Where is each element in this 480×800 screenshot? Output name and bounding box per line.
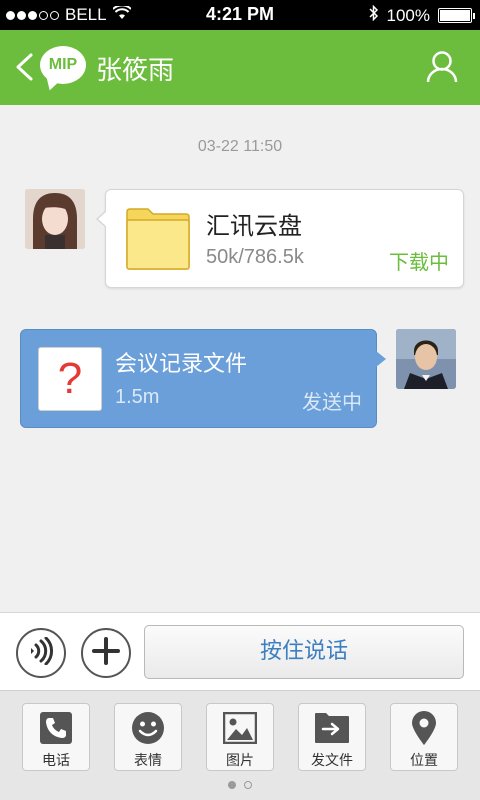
folder-icon <box>126 208 190 274</box>
message-timestamp: 03-22 11:50 <box>197 138 283 155</box>
input-bar: 按住说话 <box>0 612 480 690</box>
send-file-label: 发文件 <box>311 753 353 769</box>
file-name: 汇讯云盘 <box>206 212 302 240</box>
user-avatar[interactable] <box>396 329 456 389</box>
bluetooth-icon <box>368 4 379 26</box>
call-button[interactable]: 电话 <box>22 703 90 771</box>
contact-name: 张筱雨 <box>96 56 175 86</box>
emoji-icon <box>115 710 181 746</box>
battery-percent: 100% <box>386 5 430 25</box>
page-dot-active <box>228 781 236 789</box>
page-dot <box>244 781 252 789</box>
battery-icon <box>438 8 475 23</box>
send-file-button[interactable]: 发文件 <box>298 703 366 771</box>
voice-icon <box>28 636 54 669</box>
send-status: 发送中 <box>302 390 362 414</box>
image-label: 图片 <box>226 753 254 769</box>
location-icon <box>391 710 457 746</box>
call-label: 电话 <box>42 753 70 769</box>
incoming-file-message[interactable]: 汇讯云盘 50k/786.5k 下载中 <box>96 189 464 288</box>
nav-bar: MIP 张筱雨 <box>0 30 480 105</box>
system-status: 100% <box>368 4 475 26</box>
location-label: 位置 <box>410 753 438 769</box>
plus-icon <box>92 637 120 669</box>
mip-logo: MIP <box>40 46 86 84</box>
status-bar: BELL 4:21 PM 100% <box>0 0 480 30</box>
more-options-button[interactable] <box>81 628 131 678</box>
phone-icon <box>23 710 89 746</box>
image-button[interactable]: 图片 <box>206 703 274 771</box>
send-file-icon <box>299 710 365 746</box>
emoji-button[interactable]: 表情 <box>114 703 182 771</box>
contact-avatar[interactable] <box>25 189 85 249</box>
emoji-label: 表情 <box>134 753 162 769</box>
location-button[interactable]: 位置 <box>390 703 458 771</box>
profile-icon[interactable] <box>426 50 458 88</box>
image-icon <box>207 710 273 746</box>
file-name: 会议记录文件 <box>115 352 248 377</box>
file-progress: 50k/786.5k <box>206 246 304 268</box>
voice-mode-button[interactable] <box>16 628 66 678</box>
download-status: 下载中 <box>389 250 449 274</box>
page-indicator <box>0 781 480 789</box>
back-icon[interactable] <box>14 52 34 86</box>
outgoing-file-message[interactable]: ? 会议记录文件 1.5m 发送中 <box>20 329 386 428</box>
file-size: 1.5m <box>115 386 160 408</box>
unknown-file-icon: ? <box>38 347 102 411</box>
attachment-toolbar: 电话 表情 图片 发文件 位置 <box>0 690 480 800</box>
hold-to-talk-button[interactable]: 按住说话 <box>144 625 464 679</box>
